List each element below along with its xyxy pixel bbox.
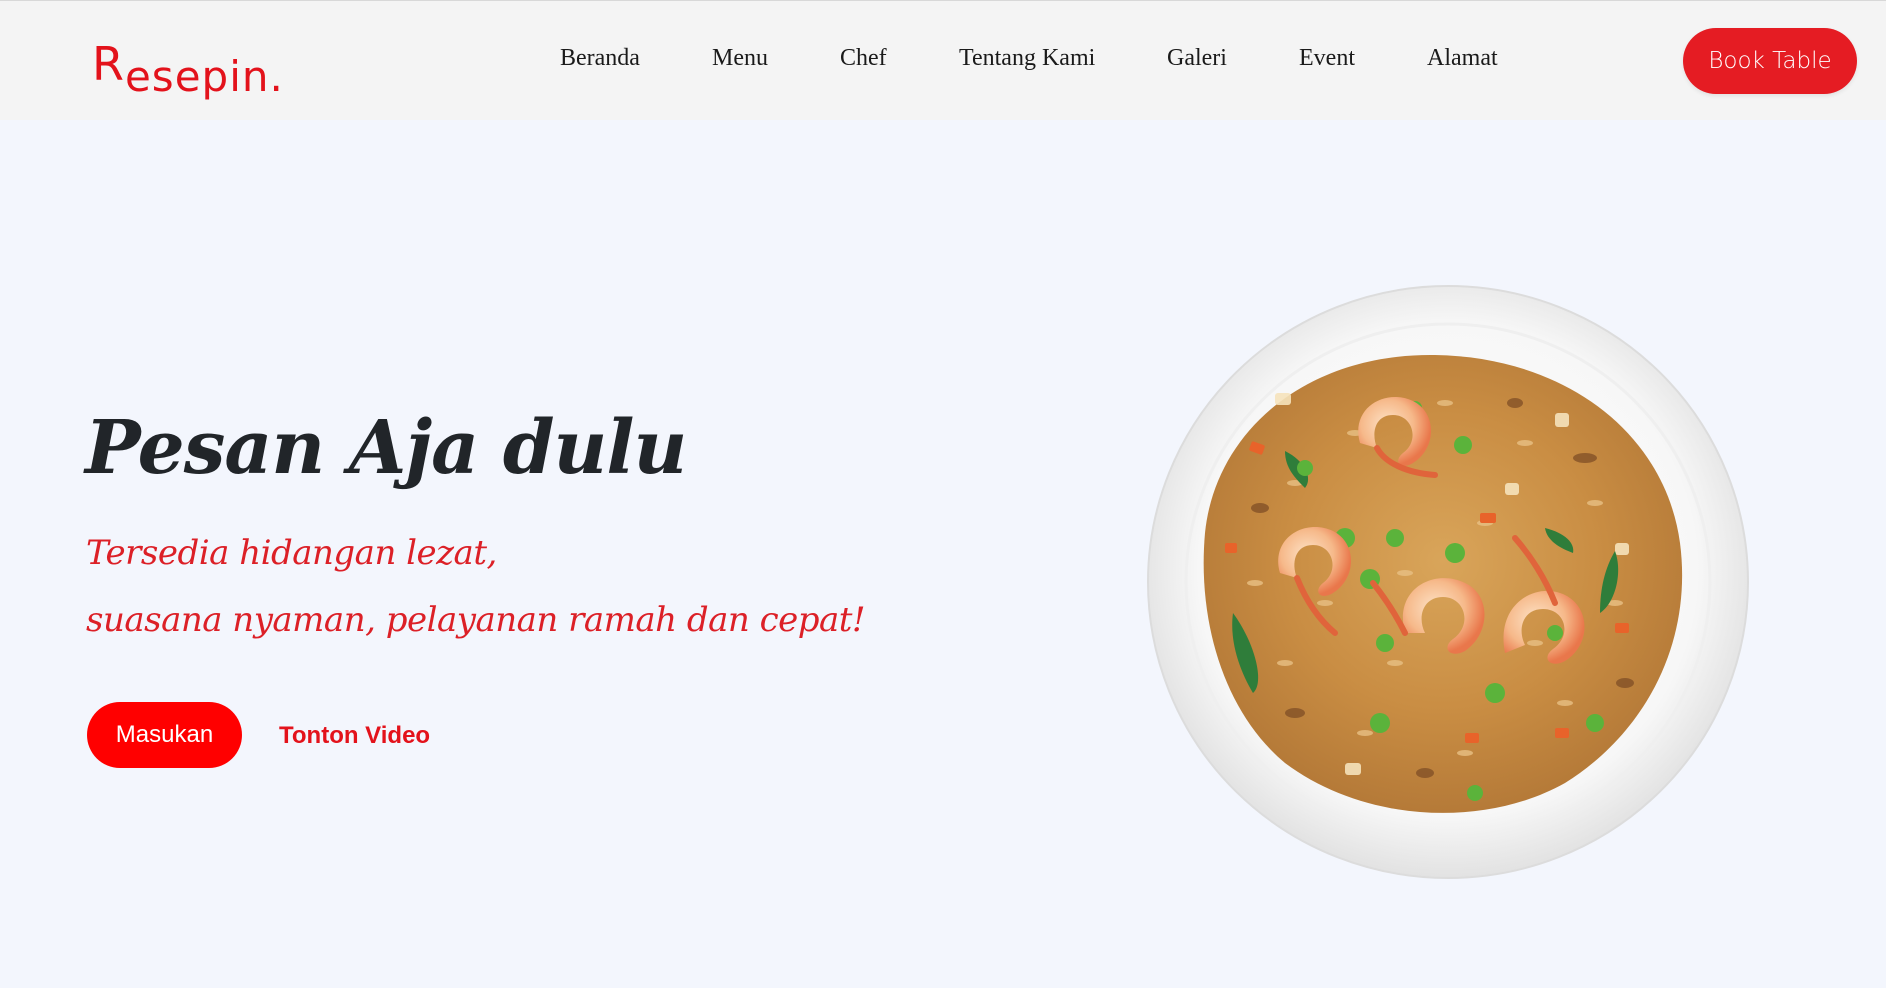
nav-item-tentang-kami[interactable]: Tentang Kami: [959, 45, 1095, 72]
tonton-video-link[interactable]: Tonton Video: [279, 722, 430, 750]
hero-subtitle-line1: Tersedia hidangan lezat,: [86, 533, 497, 573]
nav-item-galeri[interactable]: Galeri: [1167, 45, 1227, 72]
nav-item-event[interactable]: Event: [1299, 45, 1355, 72]
nav-item-beranda[interactable]: Beranda: [560, 45, 640, 72]
main-nav: Beranda Menu Chef Tentang Kami Galeri Ev…: [0, 45, 1886, 79]
nav-item-chef[interactable]: Chef: [840, 45, 887, 72]
masukan-button[interactable]: Masukan: [87, 702, 242, 768]
hero-title: Pesan Aja dulu: [85, 405, 687, 491]
fried-rice-plate-illustration: [1147, 285, 1749, 879]
site-header: Resepin. Beranda Menu Chef Tentang Kami …: [0, 0, 1886, 120]
nav-item-alamat[interactable]: Alamat: [1427, 45, 1498, 72]
hero-food-image: [1145, 283, 1751, 881]
book-table-button[interactable]: Book Table: [1683, 28, 1857, 94]
hero-subtitle-line2: suasana nyaman, pelayanan ramah dan cepa…: [86, 600, 866, 640]
nav-item-menu[interactable]: Menu: [712, 45, 768, 72]
